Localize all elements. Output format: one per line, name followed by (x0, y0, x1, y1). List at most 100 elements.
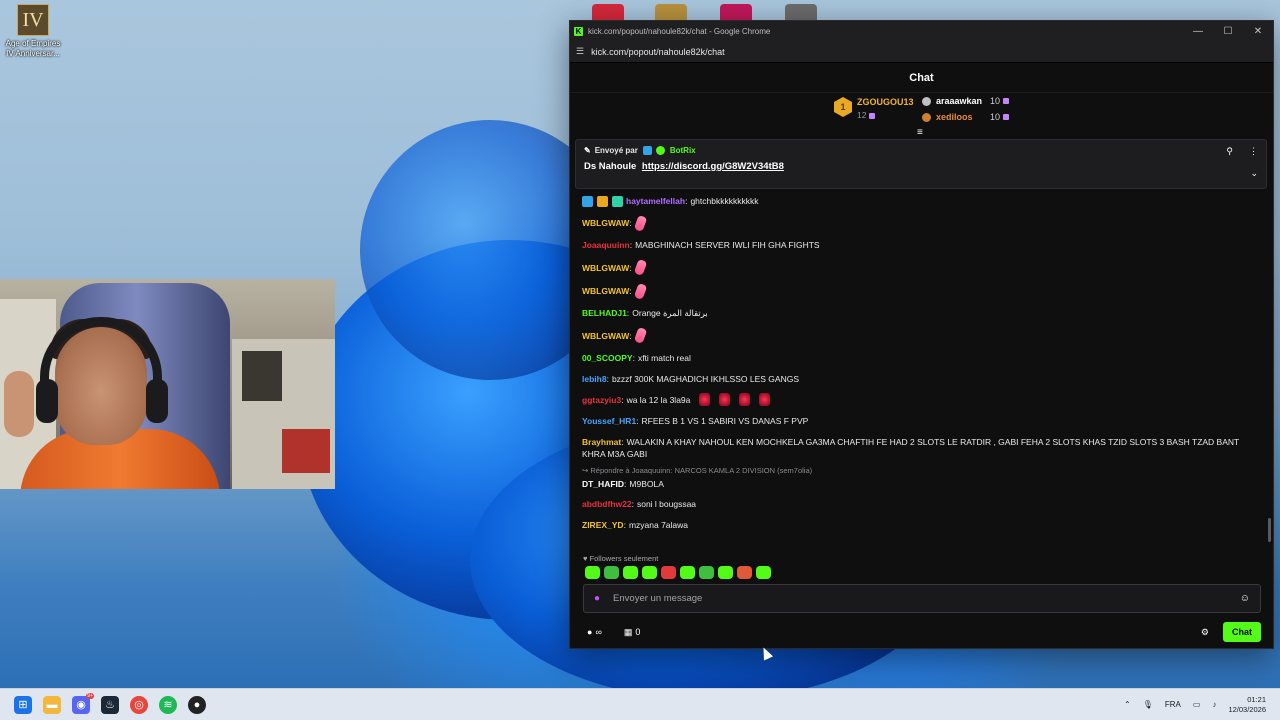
emote-icon[interactable] (680, 566, 695, 579)
chat-username[interactable]: Youssef_HR1 (582, 415, 636, 427)
chat-username[interactable]: ggtazyiu3 (582, 394, 621, 406)
chat-message[interactable]: lebih8: bzzzf 300K MAGHADICH IKHLSSO LES … (582, 373, 1254, 385)
send-chat-button[interactable]: Chat (1223, 622, 1261, 642)
chat-username[interactable]: Joaaquuinn (582, 239, 630, 251)
message-input[interactable] (613, 593, 1240, 604)
pinned-author[interactable]: BotRix (670, 146, 696, 155)
filter-icon[interactable]: ≡ (917, 127, 923, 138)
points-value: ∞ (595, 627, 602, 637)
chat-message[interactable]: ggtazyiu3: wa la 12 la 3la9a (582, 393, 1254, 407)
clock-date: 12/03/2026 (1228, 704, 1266, 714)
chat-username[interactable]: DT_HAFID (582, 478, 624, 490)
chat-username[interactable]: Brayhmat (582, 437, 621, 447)
address-bar[interactable]: ☰ kick.com/popout/nahoule82k/chat (570, 41, 1273, 63)
chevron-up-icon[interactable]: ⌃ (1124, 700, 1131, 709)
chat-message[interactable]: DT_HAFID: M9BOLA (582, 478, 1254, 490)
pinned-message[interactable]: ✎ Envoyé par BotRix Ds Nahoule https://d… (575, 139, 1267, 189)
file-explorer-icon[interactable]: ▬ (43, 695, 61, 714)
microphone-tray-icon[interactable]: 🎙︎ (1143, 700, 1153, 709)
crown-badge-icon (597, 195, 608, 207)
maximize-button[interactable]: ☐ (1213, 26, 1243, 37)
leaderboard-first-name: ZGOUGOU13 (857, 97, 914, 107)
chat-text: mzyana 7alawa (628, 519, 689, 530)
microphone-icon[interactable]: ● (594, 593, 600, 604)
message-composer: ● ☺ (583, 584, 1261, 613)
settings-gear-icon[interactable]: ⚙ (1201, 627, 1209, 638)
chat-text: soni l bougssaa (636, 499, 697, 510)
subscriber-badge-icon (612, 195, 623, 207)
webcam-red-box (282, 429, 330, 473)
clock[interactable]: 01:21 12/03/2026 (1228, 695, 1266, 715)
emote-icon[interactable] (699, 566, 714, 579)
chat-username[interactable]: lebih8 (582, 373, 607, 385)
chat-text: bzzzf 300K MAGHADICH IKHLSSO LES GANGS (611, 373, 799, 384)
store-group[interactable]: ▦ 0 (624, 627, 641, 638)
window-titlebar[interactable]: K kick.com/popout/nahoule82k/chat - Goog… (570, 21, 1273, 41)
emote-icon[interactable] (604, 566, 619, 579)
windows-start-icon[interactable]: ⊞ (14, 695, 32, 714)
discord-icon[interactable]: ◉ 9+ (72, 692, 94, 714)
chat-text: xfti match real (637, 352, 691, 363)
chat-message[interactable]: Brayhmat: WALAKIN A KHAY NAHOUL KEN MOCHK… (582, 436, 1254, 460)
address-url[interactable]: kick.com/popout/nahoule82k/chat (591, 47, 725, 57)
chat-message[interactable]: WBLGWAW: (582, 327, 1254, 345)
emoji-picker-icon[interactable]: ☺ (1240, 593, 1250, 604)
emote-icon[interactable] (623, 566, 638, 579)
chevron-down-icon[interactable]: ⌄ (1250, 168, 1258, 179)
steam-icon[interactable]: ♨ (101, 695, 119, 714)
minimize-button[interactable]: — (1183, 26, 1213, 37)
site-info-icon[interactable]: ☰ (576, 46, 584, 57)
emote-icon[interactable] (756, 566, 771, 579)
chat-username[interactable]: abdbdfhw22 (582, 498, 632, 510)
chat-username[interactable]: WBLGWAW (582, 262, 629, 274)
chat-message[interactable]: 00_SCOOPY: xfti match real (582, 352, 1254, 364)
chat-username[interactable]: haytamelfellah (626, 195, 685, 207)
chat-username[interactable]: 00_SCOOPY (582, 352, 633, 364)
leaderboard-first[interactable]: 1 ZGOUGOU13 12 (834, 97, 914, 120)
chat-message[interactable]: haytamelfellah: ghtchbkkkkkkkkkk (582, 195, 1254, 207)
leaderboard-count: 10 (990, 112, 1001, 122)
leaderboard-name: araaawkan (936, 96, 983, 106)
chat-message[interactable]: abdbdfhw22: soni l bougssaa (582, 498, 1254, 510)
desktop-icon-age-of-empires[interactable]: IV Age of Empires IV Anniversar... (4, 4, 62, 59)
leaderboard-entry[interactable]: araaawkan 10 (922, 96, 1010, 106)
emote-icon[interactable] (737, 566, 752, 579)
moderator-badge-icon (582, 195, 593, 207)
emote-icon[interactable] (585, 566, 600, 579)
chat-message[interactable]: BELHADJ1: Orange برتقالة المرة (582, 307, 1254, 319)
leaderboard-entry[interactable]: xediloos 10 (922, 112, 1010, 122)
unpin-icon[interactable]: ⚲ (1226, 146, 1233, 157)
emote-icon[interactable] (642, 566, 657, 579)
chat-message[interactable]: Joaaquuinn: MABGHINACH SERVER IWLI FIH GH… (582, 239, 1254, 251)
volume-icon[interactable]: ♪ (1212, 700, 1216, 709)
leaderboard-count: 10 (990, 96, 1001, 106)
chat-username[interactable]: WBLGWAW (582, 285, 629, 297)
chat-username[interactable]: ZIREX_YD (582, 519, 624, 531)
chrome-window: K kick.com/popout/nahoule82k/chat - Goog… (569, 20, 1274, 649)
chat-username[interactable]: BELHADJ1 (582, 307, 627, 319)
chat-text: WALAKIN A KHAY NAHOUL KEN MOCHKELA GA3MA… (582, 436, 1240, 459)
chat-message[interactable]: WBLGWAW: (582, 282, 1254, 300)
chat-message[interactable]: Youssef_HR1: RFEES B 1 VS 1 SABIRI VS DAN… (582, 415, 1254, 427)
chat-username[interactable]: WBLGWAW (582, 330, 629, 342)
chat-message[interactable]: ZIREX_YD: mzyana 7alawa (582, 519, 1254, 531)
spotify-icon[interactable]: ≋ (159, 695, 177, 714)
chat-message[interactable]: WBLGWAW: (582, 258, 1254, 277)
close-button[interactable]: ✕ (1243, 26, 1273, 37)
chat-message[interactable]: WBLGWAW: (582, 214, 1254, 232)
points-group[interactable]: ● ∞ (587, 627, 602, 637)
followers-only-label: Followers seulement (589, 554, 659, 563)
pinned-link[interactable]: https://discord.gg/G8W2V34tB8 (642, 161, 784, 172)
chat-username[interactable]: WBLGWAW (582, 217, 629, 229)
chrome-icon[interactable]: ◎ (130, 695, 148, 714)
discord-badge: 9+ (86, 692, 94, 699)
emote-icon[interactable] (718, 566, 733, 579)
emote-icon[interactable] (661, 566, 676, 579)
language-indicator[interactable]: FRA (1165, 700, 1181, 709)
more-options-icon[interactable]: ⋮ (1249, 146, 1258, 157)
chat-scrollbar[interactable] (1268, 518, 1271, 542)
reply-text: Répondre à Joaaquuinn: NARCOS KAMLA 2 DI… (590, 465, 813, 475)
network-icon[interactable]: ▭ (1193, 700, 1201, 709)
webcam-hand (4, 371, 34, 437)
obs-icon[interactable]: ● (188, 695, 206, 714)
